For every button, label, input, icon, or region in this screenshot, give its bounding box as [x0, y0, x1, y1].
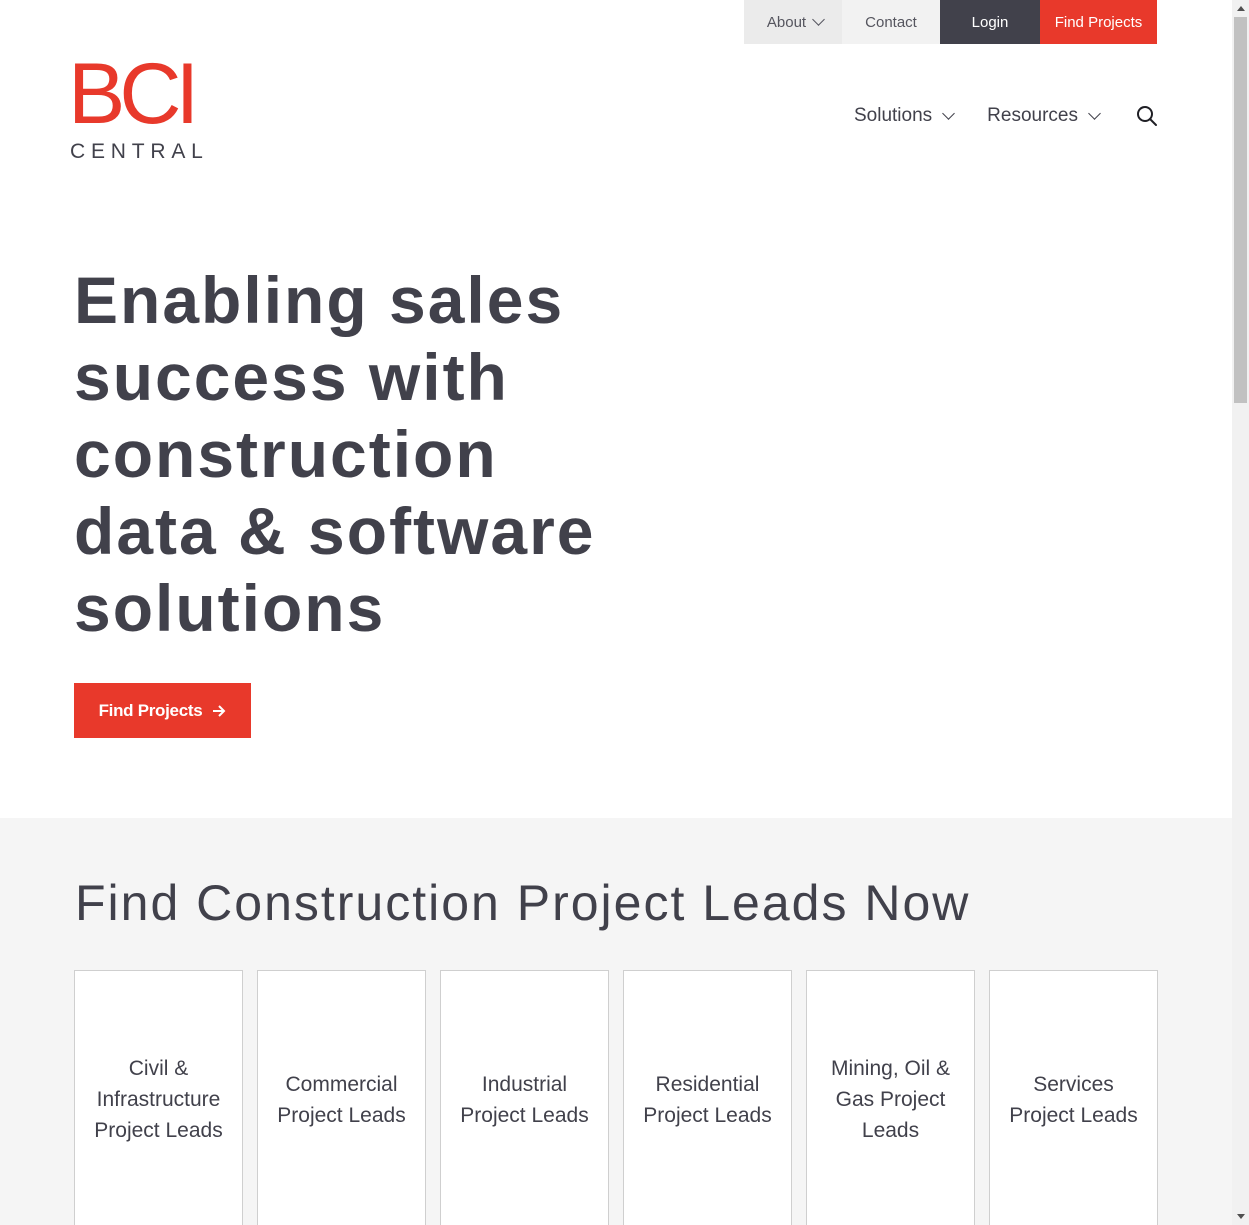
page: About Contact Login Find Projects BCI CE…	[0, 0, 1232, 1225]
about-label: About	[766, 13, 807, 31]
bci-central-logo[interactable]: BCI CENTRAL	[68, 46, 209, 164]
contact-label: Contact	[865, 13, 917, 31]
about-menu[interactable]: About	[744, 0, 842, 44]
hero-title-line: construction	[74, 417, 498, 491]
hero-title-line: Enabling sales	[74, 263, 565, 337]
lead-card-label: Residential Project Leads	[643, 1073, 772, 1127]
scrollbar-thumb[interactable]	[1234, 17, 1247, 403]
utility-nav: About Contact Login Find Projects	[744, 0, 1157, 44]
find-projects-top-button[interactable]: Find Projects	[1040, 0, 1157, 44]
lead-card-civil[interactable]: Civil & Infrastructure Project Leads	[74, 970, 243, 1225]
find-projects-top-label: Find Projects	[1054, 13, 1143, 31]
contact-link[interactable]: Contact	[842, 0, 940, 44]
lead-card-label: Civil & Infrastructure Project Leads	[94, 1057, 223, 1142]
lead-card-industrial[interactable]: Industrial Project Leads	[440, 970, 609, 1225]
logo-subtext: CENTRAL	[70, 140, 209, 163]
lead-cards: Civil & Infrastructure Project Leads Com…	[74, 970, 1158, 1225]
vertical-scrollbar[interactable]	[1232, 0, 1249, 1225]
lead-card-label: Industrial Project Leads	[460, 1073, 589, 1127]
solutions-menu[interactable]: Solutions	[854, 105, 956, 127]
solutions-label: Solutions	[854, 105, 933, 126]
project-leads-section: Find Construction Project Leads Now Civi…	[0, 818, 1232, 1225]
arrow-right-icon	[213, 704, 226, 717]
lead-card-mining[interactable]: Mining, Oil & Gas Project Leads	[806, 970, 975, 1225]
lead-card-services[interactable]: Services Project Leads	[989, 970, 1158, 1225]
chevron-down-icon	[812, 13, 825, 26]
login-button[interactable]: Login	[940, 0, 1040, 44]
find-projects-hero-button[interactable]: Find Projects	[74, 683, 251, 738]
hero-title-line: data & software	[74, 494, 596, 568]
resources-menu[interactable]: Resources	[987, 105, 1101, 127]
scroll-up-arrow-icon[interactable]	[1232, 0, 1249, 17]
lead-card-label: Services Project Leads	[1009, 1073, 1138, 1127]
chevron-down-icon	[942, 107, 956, 120]
chevron-down-icon	[1088, 107, 1101, 120]
hero-title: Enabling sales success with construction…	[74, 262, 694, 647]
lead-card-commercial[interactable]: Commercial Project Leads	[257, 970, 426, 1225]
scroll-down-arrow-icon[interactable]	[1232, 1208, 1249, 1225]
lead-card-label: Commercial Project Leads	[277, 1073, 406, 1127]
leads-section-title: Find Construction Project Leads Now	[75, 875, 971, 931]
hero-title-line: solutions	[74, 571, 386, 645]
search-icon[interactable]	[1135, 104, 1159, 128]
login-label: Login	[971, 13, 1009, 31]
hero-title-line: success with	[74, 340, 509, 414]
find-projects-hero-label: Find Projects	[98, 700, 203, 720]
resources-label: Resources	[987, 105, 1078, 126]
lead-card-label: Mining, Oil & Gas Project Leads	[830, 1057, 951, 1142]
main-nav: Solutions Resources	[854, 100, 1159, 132]
logo-mark: BCI	[68, 46, 199, 142]
lead-card-residential[interactable]: Residential Project Leads	[623, 970, 792, 1225]
